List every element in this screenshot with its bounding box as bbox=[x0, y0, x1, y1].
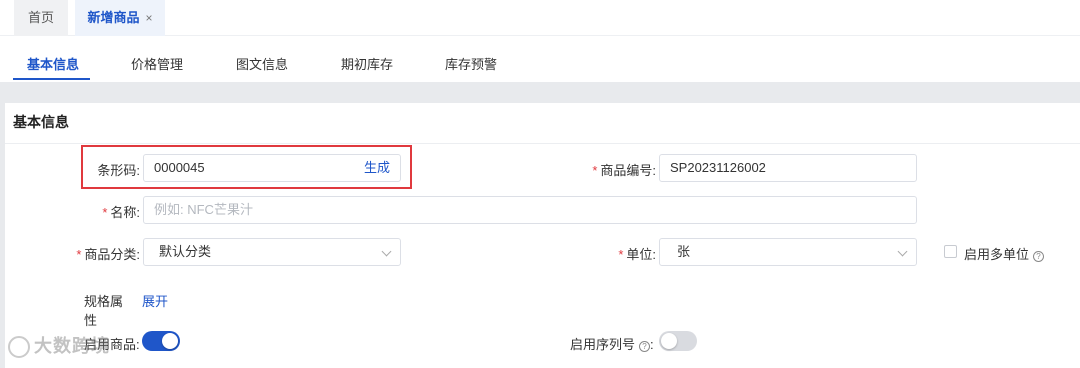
section-gap bbox=[0, 82, 1080, 103]
enable-serial-label: 启用序列号?: bbox=[570, 334, 654, 353]
watermark-text: 大数跨境 bbox=[34, 336, 110, 356]
multi-unit-checkbox[interactable] bbox=[944, 245, 957, 258]
active-tab-indicator bbox=[13, 78, 90, 80]
expand-spec-link[interactable]: 展开 bbox=[142, 291, 168, 310]
required-mark: * bbox=[102, 205, 108, 220]
enable-product-toggle[interactable] bbox=[142, 331, 180, 351]
category-label: * 商品分类: bbox=[60, 244, 140, 263]
tab-price-management[interactable]: 价格管理 bbox=[131, 54, 183, 73]
product-code-input[interactable]: SP20231126002 bbox=[659, 154, 917, 182]
enable-serial-label-text: 启用序列号 bbox=[570, 337, 636, 352]
generate-barcode-button[interactable]: 生成 bbox=[364, 155, 390, 181]
unit-label: * 单位: bbox=[580, 244, 656, 263]
name-label: * 名称: bbox=[80, 202, 140, 221]
barcode-value: 0000045 bbox=[154, 160, 205, 175]
watermark-logo-icon bbox=[8, 336, 30, 359]
required-mark: * bbox=[592, 163, 598, 178]
category-value: 默认分类 bbox=[159, 244, 212, 259]
unit-label-text: 单位: bbox=[626, 247, 656, 262]
toggle-knob bbox=[661, 333, 677, 349]
name-placeholder: 例如: NFC芒果汁 bbox=[154, 202, 253, 217]
name-input[interactable]: 例如: NFC芒果汁 bbox=[143, 196, 917, 224]
chevron-down-icon bbox=[897, 246, 908, 257]
multi-unit-label: 启用多单位? bbox=[964, 244, 1045, 263]
divider bbox=[5, 143, 1080, 144]
enable-serial-colon: : bbox=[650, 337, 654, 352]
section-title: 基本信息 bbox=[13, 114, 69, 130]
tab-home-label: 首页 bbox=[27, 10, 54, 25]
required-mark: * bbox=[618, 247, 624, 262]
close-icon[interactable]: × bbox=[146, 0, 153, 36]
spec-label: 规格属性 bbox=[84, 294, 124, 328]
chevron-down-icon bbox=[381, 246, 392, 257]
help-icon[interactable]: ? bbox=[639, 341, 651, 352]
toggle-knob bbox=[162, 333, 178, 349]
tab-new-product[interactable]: 新增商品 × bbox=[75, 0, 165, 36]
tab-home[interactable]: 首页 bbox=[14, 0, 68, 36]
tab-opening-stock[interactable]: 期初库存 bbox=[341, 54, 393, 73]
help-icon[interactable]: ? bbox=[1033, 251, 1045, 262]
name-label-text: 名称: bbox=[110, 205, 140, 220]
product-code-value: SP20231126002 bbox=[670, 160, 766, 175]
barcode-label: 条形码: bbox=[97, 163, 140, 178]
tab-image-text[interactable]: 图文信息 bbox=[236, 54, 288, 73]
category-label-text: 商品分类: bbox=[84, 247, 140, 262]
barcode-input[interactable]: 0000045 生成 bbox=[143, 154, 401, 182]
product-code-label-text: 商品编号: bbox=[600, 163, 656, 178]
tab-basic-info[interactable]: 基本信息 bbox=[27, 54, 79, 73]
category-select[interactable]: 默认分类 bbox=[143, 238, 401, 266]
sub-tab-bar: 基本信息 价格管理 图文信息 期初库存 库存预警 bbox=[0, 36, 1080, 82]
unit-value: 张 bbox=[677, 244, 691, 259]
tab-stock-warning[interactable]: 库存预警 bbox=[445, 54, 497, 73]
required-mark: * bbox=[76, 247, 82, 262]
watermark: 大数跨境 bbox=[8, 332, 110, 362]
multi-unit-label-text: 启用多单位 bbox=[964, 247, 1030, 262]
tab-new-product-label: 新增商品 bbox=[87, 10, 140, 25]
product-code-label: * 商品编号: bbox=[560, 160, 656, 179]
enable-serial-toggle[interactable] bbox=[659, 331, 697, 351]
page-tab-bar: 首页 新增商品 × bbox=[0, 0, 1080, 36]
unit-select[interactable]: 张 bbox=[659, 238, 917, 266]
